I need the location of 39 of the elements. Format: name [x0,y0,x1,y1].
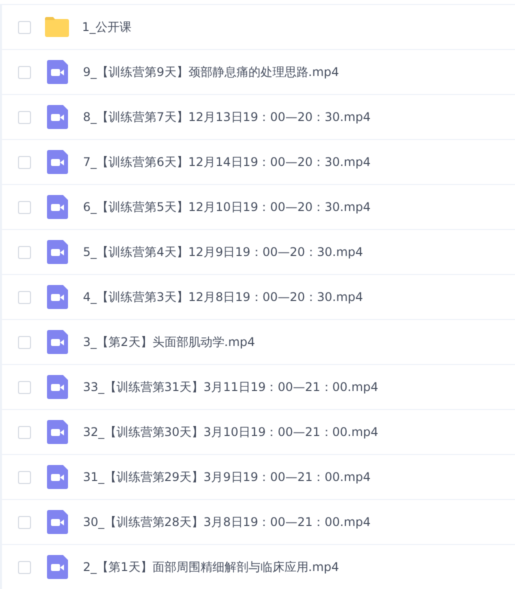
video-file-icon [47,240,68,264]
video-file-icon [47,330,68,354]
checkbox[interactable] [18,200,31,214]
file-name[interactable]: 5_【训练营第4天】12月9日19：00—20：30.mp4 [83,244,364,260]
folder-icon [44,16,70,38]
checkbox[interactable] [18,246,31,258]
video-file-icon [47,375,68,399]
file-name[interactable]: 30_【训练营第28天】3月8日19：00—21：00.mp4 [83,514,371,530]
video-file-icon [47,60,68,84]
video-file-icon [47,420,68,444]
file-name[interactable]: 2_【第1天】面部周围精细解剖与临床应用.mp4 [83,558,340,576]
checkbox[interactable] [18,380,31,394]
file-name[interactable]: 4_【训练营第3天】12月8日19：00—20：30.mp4 [83,288,364,306]
file-name[interactable]: 8_【训练营第7天】12月13日19：00—20：30.mp4 [83,108,371,126]
checkbox[interactable] [18,560,31,574]
file-name[interactable]: 33_【训练营第31天】3月11日19：00—21：00.mp4 [83,378,378,396]
checkbox[interactable] [18,336,31,348]
checkbox[interactable] [18,426,31,438]
video-file-icon [47,285,68,309]
file-name[interactable]: 9_【训练营第9天】颈部静息痛的处理思路.mp4 [83,64,340,80]
file-name[interactable]: 3_【第2天】头面部肌动学.mp4 [83,334,256,350]
checkbox[interactable] [18,470,31,484]
video-file-icon [47,195,68,219]
file-name[interactable]: 31_【训练营第29天】3月9日19：00—21：00.mp4 [83,468,371,486]
video-file-icon [47,150,68,174]
checkbox[interactable] [18,110,31,124]
file-name[interactable]: 6_【训练营第5天】12月10日19：00—20：30.mp4 [83,198,371,216]
file-name[interactable]: 7_【训练营第6天】12月14日19：00—20：30.mp4 [83,154,371,170]
video-file-icon [47,465,68,489]
checkbox[interactable] [18,290,31,304]
video-file-icon [47,510,68,534]
file-name[interactable]: 1_公开课 [82,18,132,36]
video-file-icon [47,105,68,129]
video-file-icon [47,555,68,579]
file-name[interactable]: 32_【训练营第30天】3月10日19：00—21：00.mp4 [83,424,378,440]
checkbox[interactable] [18,516,31,528]
checkbox[interactable] [18,20,31,34]
checkbox[interactable] [18,156,31,168]
checkbox[interactable] [18,66,31,78]
